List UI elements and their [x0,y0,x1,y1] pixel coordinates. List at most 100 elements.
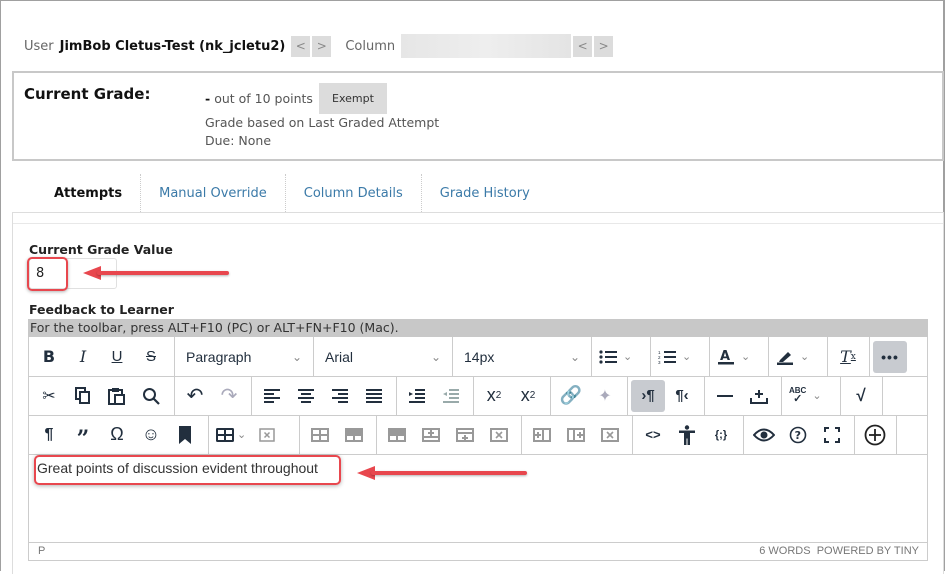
divider [13,223,943,224]
delete-table-icon[interactable] [250,419,284,451]
tab-attempts[interactable]: Attempts [36,174,142,212]
ltr-icon[interactable]: ›¶ [631,379,665,412]
spellcheck-group: ABC ✓ ⌄ [782,376,841,415]
superscript-icon[interactable]: x2 [477,380,511,412]
link-group: 🔗 ✦ [551,376,628,415]
table-row-ops-group [377,415,522,454]
indent-icon[interactable] [400,380,434,412]
insert-group [705,376,782,415]
insert-icon[interactable] [742,380,776,412]
italic-icon[interactable]: I [66,341,100,373]
strikethrough-icon[interactable]: S [134,341,168,373]
source-code-icon[interactable]: {;} [704,419,738,451]
undo-icon[interactable]: ↶ [178,380,212,412]
preview-icon[interactable] [747,419,781,451]
subscript-icon[interactable]: x2 [511,380,545,412]
annotation-highlight-grade [27,257,68,291]
insert-col-before-icon[interactable] [525,419,559,451]
horizontal-rule-icon[interactable] [708,380,742,412]
emoji-icon[interactable]: ☺ [134,419,168,451]
underline-icon[interactable]: U [100,341,134,373]
help-icon[interactable]: ? [781,419,815,451]
more-icon[interactable]: ••• [873,340,907,373]
add-content-icon[interactable] [858,419,892,451]
copy-icon[interactable] [66,380,100,412]
unlink-icon[interactable]: ✦ [588,380,622,412]
insert-row-after-icon[interactable] [448,419,482,451]
tab-column-details[interactable]: Column Details [286,174,422,212]
tab-manual-override[interactable]: Manual Override [141,174,286,212]
numbered-list-button[interactable]: 123 ⌄ [654,341,695,373]
fullscreen-icon[interactable] [815,419,849,451]
split-cell-icon[interactable] [380,419,414,451]
math-icon[interactable]: √ [844,380,878,412]
bullet-list-group: ⌄ [592,337,651,376]
font-family-select[interactable]: Arial ⌄ [317,341,449,373]
annotation-arrow-grade [83,266,229,280]
link-icon[interactable]: 🔗 [554,380,588,412]
delete-row-icon[interactable] [482,419,516,451]
current-grade-title: Current Grade: [24,85,151,103]
annotation-arrow-feedback [357,466,527,480]
special-char-icon[interactable]: Ω [100,419,134,451]
rich-text-editor: B I U S Paragraph ⌄ Arial ⌄ 14px ⌄ ⌄ 123 ⌄ [28,337,928,561]
clear-formatting-icon[interactable]: Tx [831,341,865,373]
element-path[interactable]: P [38,545,45,557]
annotation-highlight-feedback [34,455,341,485]
rtl-icon[interactable]: ¶‹ [665,380,699,412]
redo-icon[interactable]: ↷ [212,380,246,412]
format-group: B I U S [29,337,175,376]
table-cell-icon[interactable] [337,419,371,451]
alignment-group [252,376,397,415]
paragraph-mark-icon[interactable]: ¶ [32,419,66,451]
table-button[interactable]: ⌄ [212,419,250,451]
column-label: Column [345,38,396,54]
previous-column-button[interactable]: < [573,35,593,57]
bullet-list-button[interactable]: ⌄ [595,341,636,373]
previous-user-button[interactable]: < [291,35,311,57]
bookmark-icon[interactable] [168,419,202,451]
highlight-color-button[interactable]: ⌄ [772,341,813,373]
user-name: JimBob Cletus-Test (nk_jcletu2) [59,38,286,54]
cut-icon[interactable]: ✂ [32,380,66,412]
grade-basis: Grade based on Last Graded Attempt [205,115,440,130]
font-size-select[interactable]: 14px ⌄ [456,341,588,373]
blockquote-icon[interactable]: ” [66,419,100,452]
clear-format-group: Tx [828,337,870,376]
insert-row-before-icon[interactable] [414,419,448,451]
code-icon[interactable]: <> [636,419,670,451]
chevron-down-icon: ⌄ [800,351,810,363]
insert-col-after-icon[interactable] [559,419,593,451]
chevron-down-icon: ⌄ [812,390,822,402]
exempt-button[interactable]: Exempt [318,83,387,114]
math-group: √ [841,376,883,415]
text-color-button[interactable]: A ⌄ [713,341,754,373]
svg-text:3: 3 [658,360,661,364]
paste-icon[interactable] [100,380,134,412]
find-icon[interactable] [134,380,168,412]
justify-icon[interactable] [357,380,391,412]
next-column-button[interactable]: > [594,35,614,57]
block-format-group: Paragraph ⌄ [175,337,314,376]
next-user-button[interactable]: > [312,35,332,57]
chevron-left-icon: < [577,39,588,53]
align-left-icon[interactable] [255,380,289,412]
history-group: ↶ ↷ [175,376,252,415]
align-right-icon[interactable] [323,380,357,412]
column-name-redacted [401,34,572,58]
chevron-down-icon: ⌄ [237,429,247,441]
outdent-icon[interactable] [434,380,468,412]
highlight-group: ⌄ [769,337,828,376]
spellcheck-button[interactable]: ABC ✓ ⌄ [785,380,826,412]
delete-col-icon[interactable] [593,419,627,451]
tab-grade-history[interactable]: Grade History [422,174,548,212]
powered-by-link[interactable]: POWERED BY TINY [817,545,919,557]
table-row-icon[interactable] [303,419,337,451]
bold-icon[interactable]: B [32,341,66,373]
align-center-icon[interactable] [289,380,323,412]
accessibility-icon[interactable] [670,419,704,451]
block-format-select[interactable]: Paragraph ⌄ [178,341,310,373]
numbered-list-group: 123 ⌄ [651,337,710,376]
user-label: User [24,38,54,54]
direction-group: ›¶ ¶‹ [628,376,705,415]
